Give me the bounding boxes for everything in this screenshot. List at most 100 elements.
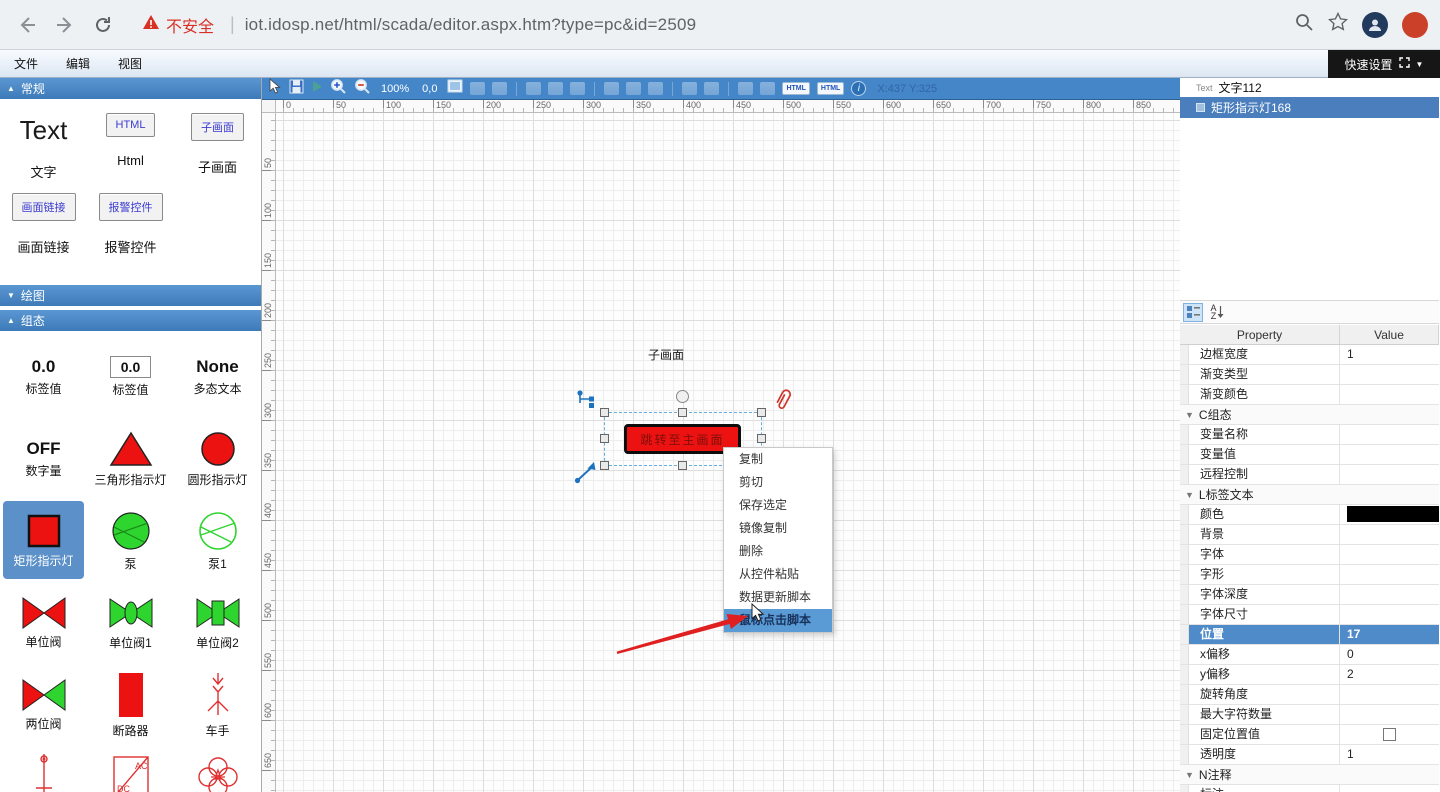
palette-item-breaker[interactable]: 断路器 (87, 663, 174, 745)
align-center-icon[interactable] (548, 82, 563, 95)
property-row[interactable]: 背景 (1180, 525, 1439, 545)
property-row[interactable]: 字体 (1180, 545, 1439, 565)
palette-item-digital-value[interactable]: OFF数字量 (0, 417, 87, 499)
back-icon[interactable] (12, 10, 42, 40)
context-menu-item[interactable]: 镜像复制 (724, 517, 832, 540)
palette-item-valve-green-rect[interactable]: 单位阀2 (174, 581, 261, 663)
context-menu-item[interactable]: 数据更新脚本 (724, 586, 832, 609)
property-row[interactable]: 颜色 (1180, 505, 1439, 525)
property-value[interactable] (1340, 785, 1439, 792)
property-value[interactable] (1340, 505, 1439, 524)
reload-icon[interactable] (88, 10, 118, 40)
property-row[interactable]: 渐变颜色 (1180, 385, 1439, 405)
palette-item-circle-indicator[interactable]: 圆形指示灯 (174, 417, 261, 499)
property-value[interactable] (1340, 525, 1439, 544)
property-row[interactable]: 变量名称 (1180, 425, 1439, 445)
ungroup-icon[interactable] (492, 82, 507, 95)
distribute-horizontal-icon[interactable] (738, 82, 753, 95)
property-row[interactable]: y偏移2 (1180, 665, 1439, 685)
property-category-row[interactable]: ▼C组态 (1180, 405, 1439, 425)
forward-icon[interactable] (50, 10, 80, 40)
palette-item-multistate-text[interactable]: None多态文本 (174, 335, 261, 417)
palette-item-pump[interactable]: 泵 (87, 499, 174, 581)
palette-item-knife-switch[interactable]: 刀闸 (0, 745, 87, 792)
run-icon[interactable] (311, 80, 323, 98)
property-value[interactable] (1340, 685, 1439, 704)
section-header-general[interactable]: ▲ 常规 (0, 78, 261, 99)
palette-item-triangle-indicator[interactable]: 三角形指示灯 (87, 417, 174, 499)
property-row[interactable]: 位置17 (1180, 625, 1439, 645)
resize-handle[interactable] (600, 461, 609, 470)
browser-profile-icon[interactable] (1402, 12, 1428, 38)
color-swatch[interactable] (1347, 506, 1439, 522)
address-bar[interactable]: 不安全 | iot.idosp.net/html/scada/editor.as… (142, 13, 1282, 37)
property-row[interactable]: 旋转角度 (1180, 685, 1439, 705)
section-header-zutai[interactable]: ▲ 组态 (0, 310, 261, 331)
palette-item-subscreen-button[interactable]: 子画面子画面 (174, 113, 261, 193)
property-value[interactable] (1340, 385, 1439, 404)
attachment-paperclip-icon[interactable] (771, 387, 793, 418)
section-header-drawing[interactable]: ▼ 绘图 (0, 285, 261, 306)
palette-item-text-sample[interactable]: Text文字 (0, 113, 87, 193)
align-right-icon[interactable] (570, 82, 585, 95)
resize-handle[interactable] (757, 434, 766, 443)
same-width-icon[interactable] (682, 82, 697, 95)
palette-item-alarm-button[interactable]: 报警控件报警控件 (87, 193, 174, 273)
property-value[interactable] (1340, 445, 1439, 464)
property-value[interactable] (1340, 365, 1439, 384)
property-value[interactable] (1340, 545, 1439, 564)
align-top-icon[interactable] (604, 82, 619, 95)
search-icon[interactable] (1294, 12, 1314, 37)
sort-alphabetical-button[interactable]: AZ (1207, 303, 1227, 322)
category-collapse-icon[interactable]: ▼ (1185, 410, 1194, 420)
context-menu-item[interactable]: 剪切 (724, 471, 832, 494)
palette-item-valve-red[interactable]: 单位阀 (0, 581, 87, 663)
object-list-item-text[interactable]: Text 文字112 (1180, 78, 1439, 97)
context-menu-item[interactable]: 从控件粘贴 (724, 563, 832, 586)
property-value[interactable]: 2 (1340, 665, 1439, 684)
align-bottom-icon[interactable] (648, 82, 663, 95)
property-value[interactable] (1340, 725, 1439, 744)
property-value[interactable] (1340, 465, 1439, 484)
palette-item-hand-switch[interactable]: 车手 (174, 663, 261, 745)
context-menu-item[interactable]: 保存选定 (724, 494, 832, 517)
scale-arrow-icon[interactable] (574, 460, 598, 489)
property-row[interactable]: 边框宽度1 (1180, 345, 1439, 365)
same-height-icon[interactable] (704, 82, 719, 95)
resize-handle[interactable] (678, 461, 687, 470)
save-icon[interactable] (289, 79, 304, 99)
panel-icon[interactable] (447, 79, 463, 98)
context-menu-item[interactable]: 复制 (724, 448, 832, 471)
property-value[interactable]: 0 (1340, 645, 1439, 664)
palette-item-screenlink-button[interactable]: 画面链接画面链接 (0, 193, 87, 273)
property-row[interactable]: 变量值 (1180, 445, 1439, 465)
design-canvas[interactable]: 子画面 跳转至主画面 复制剪切保存选定镜像复制删除从控件粘贴数据更新脚本鼠标点击… (276, 113, 1180, 792)
align-middle-icon[interactable] (626, 82, 641, 95)
property-row[interactable]: 字形 (1180, 565, 1439, 585)
palette-item-pump-outline[interactable]: 泵1 (174, 499, 261, 581)
resize-handle[interactable] (600, 408, 609, 417)
palette-item-inverter[interactable]: ACDC逆变器 (87, 745, 174, 792)
pointer-tool-icon[interactable] (268, 78, 282, 99)
menu-file[interactable]: 文件 (0, 55, 52, 72)
property-row[interactable]: 渐变类型 (1180, 365, 1439, 385)
align-left-icon[interactable] (526, 82, 541, 95)
category-collapse-icon[interactable]: ▼ (1185, 770, 1194, 780)
resize-handle[interactable] (678, 408, 687, 417)
palette-item-pt-transformer[interactable]: PT (174, 745, 261, 792)
palette-item-rect-indicator[interactable]: 矩形指示灯 (3, 501, 84, 579)
avatar[interactable] (1362, 12, 1388, 38)
property-category-row[interactable]: ▼N注释 (1180, 765, 1439, 785)
categorized-view-button[interactable] (1183, 303, 1203, 322)
menu-edit[interactable]: 编辑 (52, 55, 104, 72)
property-row[interactable]: x偏移0 (1180, 645, 1439, 665)
property-row[interactable]: 透明度1 (1180, 745, 1439, 765)
resize-handle[interactable] (600, 434, 609, 443)
property-value[interactable] (1340, 565, 1439, 584)
zoom-out-icon[interactable] (354, 78, 371, 100)
palette-item-valve-two-state[interactable]: 两位阀 (0, 663, 87, 745)
property-value[interactable] (1340, 705, 1439, 724)
property-row[interactable]: 字体尺寸 (1180, 605, 1439, 625)
palette-item-tag-value-text[interactable]: 0.0标签值 (0, 335, 87, 417)
property-row[interactable]: 字体深度 (1180, 585, 1439, 605)
